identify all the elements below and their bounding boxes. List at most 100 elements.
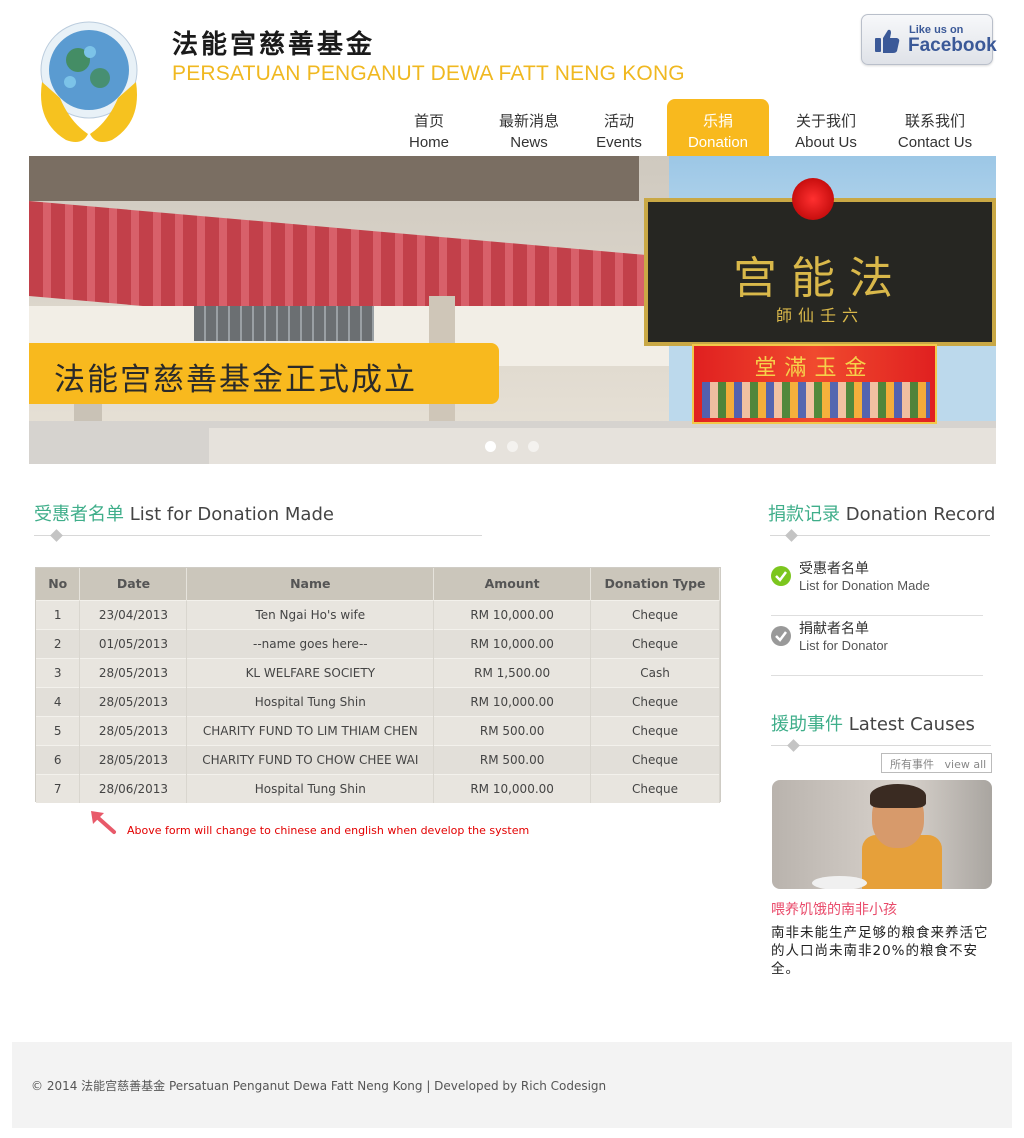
view-all-causes-button[interactable]: 所有事件 view all — [881, 753, 992, 773]
thumbs-up-icon — [875, 29, 900, 53]
facebook-label: Facebook — [908, 35, 997, 56]
cell-type: Cheque — [590, 599, 720, 629]
banner-figures — [702, 382, 930, 418]
footer: © 2014 法能宫慈善基金 Persatuan Penganut Dewa F… — [12, 1042, 1012, 1128]
nav-about-cn: 关于我们 — [795, 112, 856, 130]
table-row: 7 28/06/2013 Hospital Tung Shin RM 10,00… — [36, 773, 720, 803]
view-all-cn: 所有事件 — [890, 758, 934, 771]
slider-dot[interactable] — [528, 441, 539, 452]
donation-record-title-cn: 捐款记录 — [768, 504, 840, 525]
cell-no: 1 — [36, 599, 81, 629]
nav-about[interactable]: 关于我们 About Us — [783, 99, 869, 156]
nav-home[interactable]: 首页 Home — [385, 99, 473, 156]
cell-amount: RM 500.00 — [433, 744, 592, 774]
donation-list-title-en: List for Donation Made — [129, 504, 334, 525]
cell-date: 28/05/2013 — [79, 686, 188, 716]
developer-note: Above form will change to chinese and en… — [127, 824, 530, 837]
nav-home-en: Home — [408, 134, 449, 151]
cell-name: KL WELFARE SOCIETY — [186, 657, 435, 687]
signboard-subtext: 師仙壬六 — [775, 306, 864, 325]
child-hair — [870, 784, 926, 808]
slider-dot[interactable] — [507, 441, 518, 452]
section-divider — [771, 745, 991, 746]
col-header-name: Name — [186, 568, 435, 600]
donation-record-title-en: Donation Record — [845, 504, 996, 525]
cell-amount: RM 10,000.00 — [433, 628, 592, 658]
view-all-en: view all — [944, 758, 987, 771]
red-knot-decoration — [792, 178, 834, 220]
col-header-amount: Amount — [433, 568, 592, 600]
cell-name: Hospital Tung Shin — [186, 686, 435, 716]
section-divider — [34, 535, 482, 536]
nav-events-en: Events — [596, 134, 642, 151]
table-row: 2 01/05/2013 --name goes here-- RM 10,00… — [36, 628, 720, 658]
record-link-cn: 捐献者名单 — [799, 621, 869, 637]
table-row: 4 28/05/2013 Hospital Tung Shin RM 10,00… — [36, 686, 720, 716]
temple-wall — [209, 428, 996, 464]
temple-window — [194, 306, 374, 341]
nav-news-en: News — [510, 134, 548, 151]
record-link-en: List for Donator — [799, 638, 888, 653]
nav-news-cn: 最新消息 — [498, 112, 559, 130]
cell-date: 01/05/2013 — [79, 628, 188, 658]
nav-donation-cn: 乐捐 — [702, 112, 733, 130]
site-logo[interactable] — [30, 12, 148, 148]
cell-name: --name goes here-- — [186, 628, 435, 658]
divider-diamond-icon — [50, 529, 63, 542]
latest-causes-title: 援助事件 Latest Causes — [771, 710, 975, 736]
cell-no: 6 — [36, 744, 81, 774]
nav-donation[interactable]: 乐捐 Donation — [667, 99, 769, 156]
cell-amount: RM 10,000.00 — [433, 686, 592, 716]
cell-date: 28/05/2013 — [79, 715, 188, 745]
donation-list-title-cn: 受惠者名单 — [34, 504, 124, 525]
slider-dot[interactable] — [485, 441, 496, 452]
table-row: 3 28/05/2013 KL WELFARE SOCIETY RM 1,500… — [36, 657, 720, 687]
site-title-en: PERSATUAN PENGANUT DEWA FATT NENG KONG — [172, 62, 685, 85]
hero-caption-box: 法能宫慈善基金正式成立 — [29, 343, 499, 404]
bowl — [812, 876, 867, 889]
nav-contact-cn: 联系我们 — [904, 112, 965, 130]
facebook-like-button[interactable]: Like us on Facebook — [861, 14, 997, 65]
cell-type: Cheque — [590, 715, 720, 745]
cell-amount: RM 10,000.00 — [433, 773, 592, 803]
hero-slider[interactable]: 宫能法 師仙壬六 堂滿玉金 法能宫慈善基金正式成立 — [29, 156, 996, 464]
cell-amount: RM 1,500.00 — [433, 657, 592, 687]
table-row: 5 28/05/2013 CHARITY FUND TO LIM THIAM C… — [36, 715, 720, 745]
table-row: 6 28/05/2013 CHARITY FUND TO CHOW CHEE W… — [36, 744, 720, 774]
cause-title-link[interactable]: 喂养饥饿的南非小孩 — [771, 899, 897, 919]
nav-about-en: About Us — [795, 134, 857, 151]
hero-caption: 法能宫慈善基金正式成立 — [54, 362, 417, 398]
nav-events-cn: 活动 — [603, 112, 634, 130]
latest-causes-title-cn: 援助事件 — [771, 714, 843, 735]
cell-date: 28/05/2013 — [79, 657, 188, 687]
donation-table: No Date Name Amount Donation Type 1 23/0… — [35, 567, 721, 803]
cell-no: 2 — [36, 628, 81, 658]
cell-date: 28/06/2013 — [79, 773, 188, 803]
latest-causes-title-en: Latest Causes — [848, 714, 975, 735]
cell-type: Cash — [590, 657, 720, 687]
temple-eave — [29, 156, 639, 201]
cell-type: Cheque — [590, 744, 720, 774]
footer-copyright: © 2014 法能宫慈善基金 Persatuan Penganut Dewa F… — [31, 1079, 607, 1093]
temple-signboard: 宫能法 師仙壬六 — [644, 198, 996, 346]
cell-no: 4 — [36, 686, 81, 716]
cell-name: CHARITY FUND TO CHOW CHEE WAI — [186, 744, 435, 774]
record-link-donator[interactable]: 捐献者名单 List for Donator — [771, 616, 983, 676]
record-link-donation-made[interactable]: 受惠者名单 List for Donation Made — [771, 556, 983, 616]
banner-text: 堂滿玉金 — [754, 356, 875, 381]
nav-contact[interactable]: 联系我们 Contact Us — [890, 99, 980, 156]
nav-news[interactable]: 最新消息 News — [484, 99, 574, 156]
nav-home-cn: 首页 — [413, 112, 444, 130]
col-header-date: Date — [79, 568, 188, 600]
cell-name: CHARITY FUND TO LIM THIAM CHEN — [186, 715, 435, 745]
cell-amount: RM 500.00 — [433, 715, 592, 745]
cell-amount: RM 10,000.00 — [433, 599, 592, 629]
cell-date: 23/04/2013 — [79, 599, 188, 629]
nav-events[interactable]: 活动 Events — [583, 99, 655, 156]
record-link-cn: 受惠者名单 — [799, 561, 869, 577]
cell-name: Hospital Tung Shin — [186, 773, 435, 803]
cell-no: 7 — [36, 773, 81, 803]
cause-image[interactable] — [772, 780, 992, 889]
cell-type: Cheque — [590, 686, 720, 716]
donation-list-title: 受惠者名单 List for Donation Made — [34, 500, 334, 526]
